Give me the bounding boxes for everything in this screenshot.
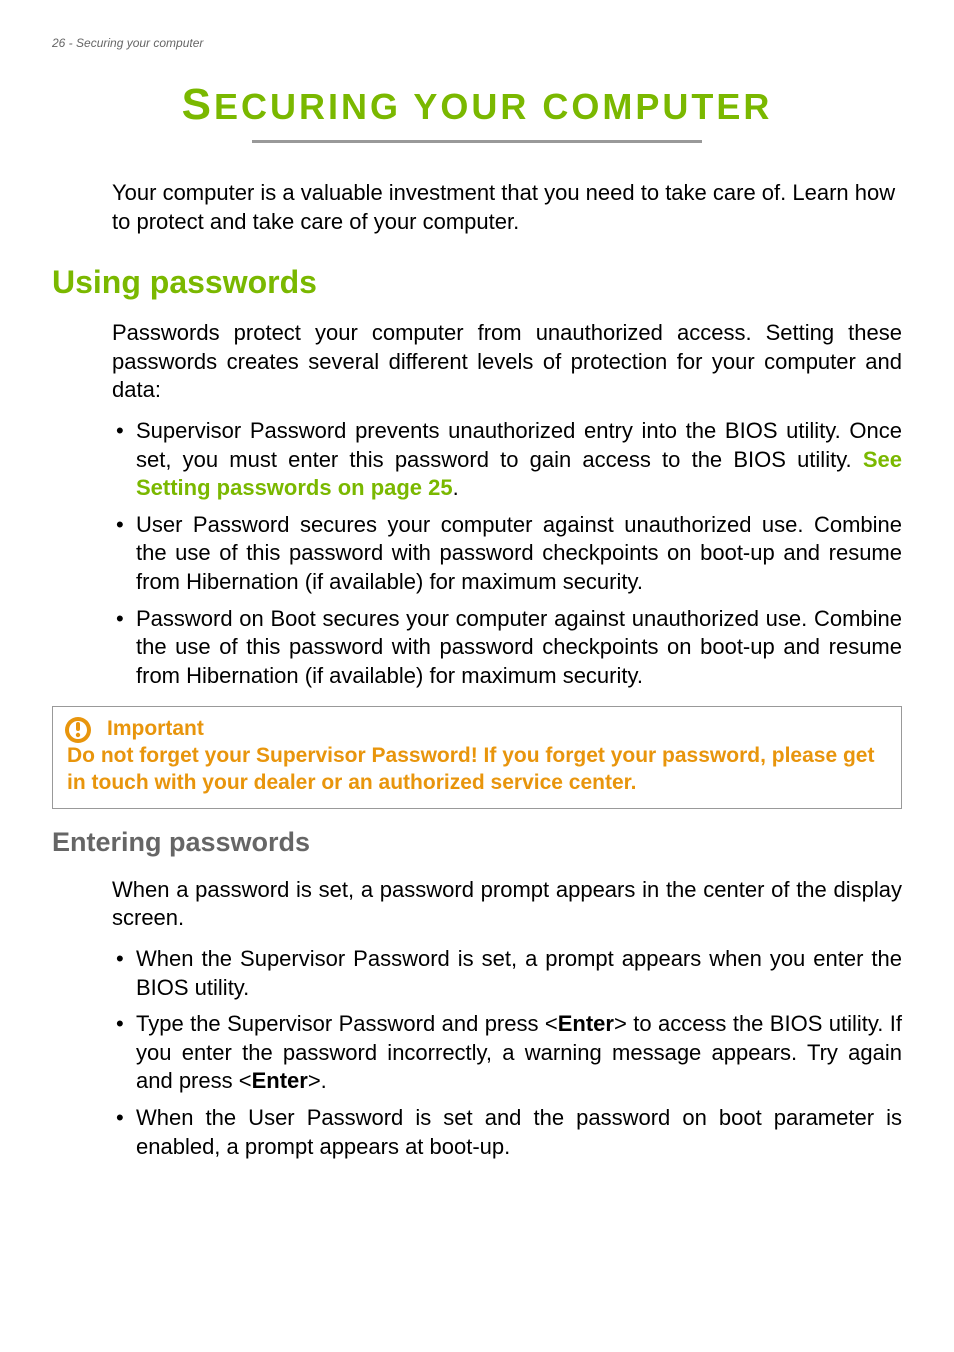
title-rest: ECURING YOUR COMPUTER [214, 86, 772, 127]
bullet-text-part: >. [308, 1068, 327, 1093]
using-passwords-body: Passwords protect your computer from una… [112, 319, 902, 405]
list-item: Type the Supervisor Password and press <… [112, 1010, 902, 1096]
list-item: Password on Boot secures your computer a… [112, 605, 902, 691]
heading-entering-passwords: Entering passwords [52, 827, 902, 858]
list-item: User Password secures your computer agai… [112, 511, 902, 597]
list-item: Supervisor Password prevents unauthorize… [112, 417, 902, 503]
key-name: Enter [252, 1068, 308, 1093]
entering-passwords-body: When a password is set, a password promp… [112, 876, 902, 933]
bullet-text-post: . [453, 475, 459, 500]
important-body: Do not forget your Supervisor Password! … [67, 743, 887, 796]
bullet-text: Supervisor Password prevents unauthorize… [136, 418, 902, 472]
important-callout: Important Do not forget your Supervisor … [52, 706, 902, 809]
list-item: When the Supervisor Password is set, a p… [112, 945, 902, 1002]
title-divider [252, 140, 702, 143]
page-title: SECURING YOUR COMPUTER [52, 80, 902, 130]
title-first-letter: S [182, 80, 214, 129]
important-title: Important [107, 717, 887, 741]
key-name: Enter [558, 1011, 614, 1036]
warning-icon [63, 715, 93, 745]
bullet-text-part: Type the Supervisor Password and press < [136, 1011, 558, 1036]
list-item: When the User Password is set and the pa… [112, 1104, 902, 1161]
using-passwords-list: Supervisor Password prevents unauthorize… [112, 417, 902, 690]
heading-using-passwords: Using passwords [52, 264, 902, 301]
intro-paragraph: Your computer is a valuable investment t… [112, 179, 902, 236]
page-header: 26 - Securing your computer [52, 36, 902, 50]
entering-passwords-list: When the Supervisor Password is set, a p… [112, 945, 902, 1161]
